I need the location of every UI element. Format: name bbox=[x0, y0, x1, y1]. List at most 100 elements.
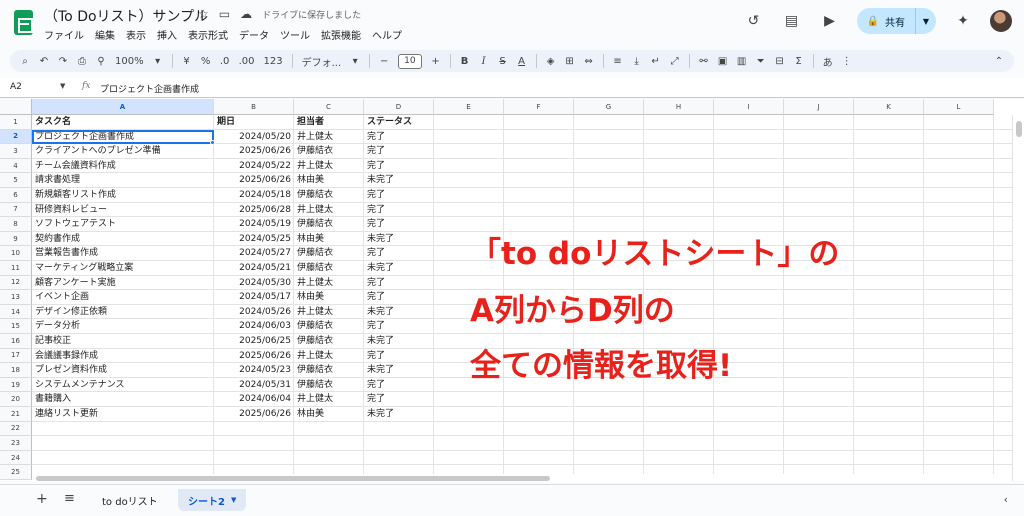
row-header-6[interactable]: 6 bbox=[0, 188, 32, 203]
zoom-dropdown-icon[interactable]: ▾ bbox=[153, 56, 163, 67]
zoom-select[interactable]: 100% bbox=[115, 56, 144, 67]
menu-format[interactable]: 表示形式 bbox=[188, 27, 228, 42]
table-cell[interactable]: 会議議事録作成 bbox=[32, 349, 214, 364]
table-cell[interactable]: 契約書作成 bbox=[32, 232, 214, 247]
column-header-b[interactable]: B bbox=[214, 99, 294, 115]
table-cell[interactable]: 林由美 bbox=[294, 407, 364, 422]
add-sheet-icon[interactable]: + bbox=[36, 491, 48, 507]
table-cell[interactable]: 完了 bbox=[364, 290, 434, 305]
column-header-k[interactable]: K bbox=[854, 99, 924, 115]
borders-icon[interactable]: ⊞ bbox=[565, 56, 575, 67]
fill-color-icon[interactable]: ◈ bbox=[546, 56, 556, 67]
table-cell[interactable]: 2024/05/18 bbox=[214, 188, 294, 203]
table-cell[interactable]: プレゼン資料作成 bbox=[32, 363, 214, 378]
table-cell[interactable]: 2024/05/30 bbox=[214, 276, 294, 291]
menu-edit[interactable]: 編集 bbox=[95, 27, 115, 42]
column-header-a[interactable]: A bbox=[32, 99, 214, 115]
table-cell[interactable]: 完了 bbox=[364, 203, 434, 218]
column-header-g[interactable]: G bbox=[574, 99, 644, 115]
table-cell[interactable]: 2024/05/27 bbox=[214, 246, 294, 261]
table-cell[interactable]: 林由美 bbox=[294, 173, 364, 188]
link-icon[interactable]: ⚯ bbox=[699, 56, 709, 67]
menu-data[interactable]: データ bbox=[239, 27, 269, 42]
sheets-logo-icon[interactable] bbox=[14, 10, 33, 35]
table-cell[interactable]: 完了 bbox=[364, 246, 434, 261]
row-header-17[interactable]: 17 bbox=[0, 348, 32, 364]
table-cell[interactable]: 伊藤結衣 bbox=[294, 144, 364, 159]
strikethrough-icon[interactable]: S bbox=[498, 56, 508, 67]
table-cell[interactable]: 研修資料レビュー bbox=[32, 203, 214, 218]
table-cell[interactable]: 連絡リスト更新 bbox=[32, 407, 214, 422]
table-cell[interactable]: マーケティング戦略立案 bbox=[32, 261, 214, 276]
row-header-15[interactable]: 15 bbox=[0, 319, 32, 334]
table-cell[interactable]: 伊藤結衣 bbox=[294, 378, 364, 393]
menu-view[interactable]: 表示 bbox=[126, 27, 146, 42]
column-header-h[interactable]: H bbox=[644, 99, 714, 115]
cloud-saved-icon[interactable]: ☁ bbox=[240, 7, 252, 21]
row-header-13[interactable]: 13 bbox=[0, 290, 32, 305]
share-dropdown-icon[interactable]: ▼ bbox=[916, 17, 936, 26]
menu-help[interactable]: ヘルプ bbox=[372, 27, 402, 42]
table-cell[interactable]: 請求書処理 bbox=[32, 173, 214, 188]
decrease-decimal-button[interactable]: .0 bbox=[220, 56, 230, 67]
font-size-increase-icon[interactable]: + bbox=[431, 56, 441, 67]
move-to-folder-icon[interactable]: ▭ bbox=[219, 7, 230, 21]
header-cell[interactable]: 期日 bbox=[214, 115, 294, 130]
table-cell[interactable]: 完了 bbox=[364, 217, 434, 232]
row-header-4[interactable]: 4 bbox=[0, 158, 32, 174]
table-cell[interactable]: クライアントへのプレゼン準備 bbox=[32, 144, 214, 159]
row-header-18[interactable]: 18 bbox=[0, 363, 32, 378]
table-cell[interactable]: 完了 bbox=[364, 319, 434, 334]
table-cell[interactable]: 顧客アンケート実施 bbox=[32, 276, 214, 291]
collapse-toolbar-icon[interactable]: ⌃ bbox=[994, 56, 1004, 67]
name-box-dropdown-icon[interactable]: ▼ bbox=[60, 82, 65, 90]
row-header-12[interactable]: 12 bbox=[0, 275, 32, 291]
column-header-l[interactable]: L bbox=[924, 99, 994, 115]
table-cell[interactable]: 完了 bbox=[364, 378, 434, 393]
more-formats-button[interactable]: 123 bbox=[264, 56, 283, 67]
table-cell[interactable]: チーム会議資料作成 bbox=[32, 159, 214, 174]
font-size-decrease-icon[interactable]: − bbox=[379, 56, 389, 67]
header-cell[interactable]: タスク名 bbox=[32, 115, 214, 130]
table-cell[interactable]: 2024/06/03 bbox=[214, 319, 294, 334]
table-cell[interactable]: 2024/05/21 bbox=[214, 261, 294, 276]
table-cell[interactable]: システムメンテナンス bbox=[32, 378, 214, 393]
table-cell[interactable]: 2024/05/23 bbox=[214, 363, 294, 378]
column-header-i[interactable]: I bbox=[714, 99, 784, 115]
table-cell[interactable]: 伊藤結衣 bbox=[294, 246, 364, 261]
horizontal-scroll-thumb[interactable] bbox=[36, 476, 550, 481]
menu-insert[interactable]: 挿入 bbox=[157, 27, 177, 42]
header-cell[interactable]: 担当者 bbox=[294, 115, 364, 130]
row-header-25[interactable]: 25 bbox=[0, 465, 32, 480]
undo-icon[interactable]: ↶ bbox=[39, 56, 49, 67]
table-cell[interactable]: 完了 bbox=[364, 144, 434, 159]
comment-icon[interactable]: ▣ bbox=[718, 56, 728, 67]
table-cell[interactable]: 伊藤結衣 bbox=[294, 261, 364, 276]
row-header-16[interactable]: 16 bbox=[0, 334, 32, 349]
row-header-8[interactable]: 8 bbox=[0, 217, 32, 232]
table-cell[interactable]: 完了 bbox=[364, 276, 434, 291]
vertical-scrollbar[interactable] bbox=[1012, 115, 1024, 481]
table-cell[interactable]: 完了 bbox=[364, 188, 434, 203]
table-cell[interactable]: 未完了 bbox=[364, 407, 434, 422]
table-cell[interactable]: 井上健太 bbox=[294, 130, 364, 145]
align-left-icon[interactable]: ≡ bbox=[613, 56, 623, 67]
redo-icon[interactable]: ↷ bbox=[58, 56, 68, 67]
table-cell[interactable]: 伊藤結衣 bbox=[294, 217, 364, 232]
table-cell[interactable]: 完了 bbox=[364, 159, 434, 174]
header-cell[interactable]: ステータス bbox=[364, 115, 434, 130]
column-header-c[interactable]: C bbox=[294, 99, 364, 115]
text-color-icon[interactable]: A bbox=[517, 56, 527, 67]
menu-extensions[interactable]: 拡張機能 bbox=[321, 27, 361, 42]
row-header-14[interactable]: 14 bbox=[0, 304, 32, 320]
bold-icon[interactable]: B bbox=[460, 56, 470, 67]
table-cell[interactable]: イベント企画 bbox=[32, 290, 214, 305]
filter-views-icon[interactable]: ⊟ bbox=[775, 56, 785, 67]
chart-icon[interactable]: ▥ bbox=[737, 56, 747, 67]
table-cell[interactable]: 2025/06/26 bbox=[214, 349, 294, 364]
row-header-9[interactable]: 9 bbox=[0, 231, 32, 247]
table-cell[interactable]: 井上健太 bbox=[294, 349, 364, 364]
table-cell[interactable]: 未完了 bbox=[364, 232, 434, 247]
row-header-10[interactable]: 10 bbox=[0, 246, 32, 261]
table-cell[interactable]: 記事校正 bbox=[32, 334, 214, 349]
